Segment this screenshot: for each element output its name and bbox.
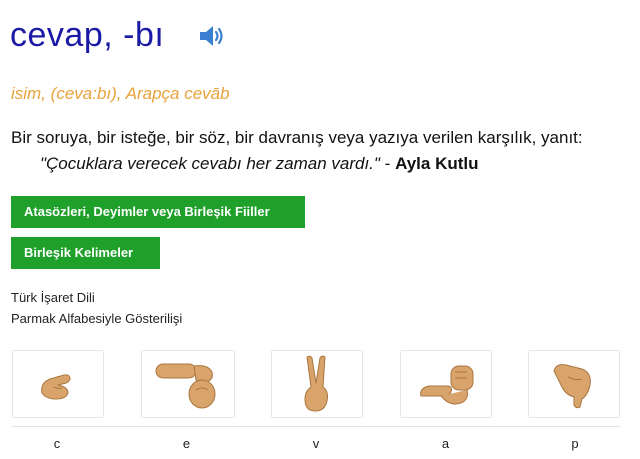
letter-label: a: [441, 436, 450, 451]
sign-language-label: Türk İşaret Dili: [11, 290, 95, 305]
hand-sign-p-card: [528, 350, 620, 418]
example-author: Ayla Kutlu: [395, 154, 479, 173]
hand-sign-v-card: [271, 350, 363, 418]
letter-label: p: [571, 436, 579, 451]
hand-sign-p-icon: [553, 364, 591, 409]
hand-sign-v-icon: [304, 355, 328, 412]
hand-sign-a-card: [399, 350, 492, 418]
hand-sign-c-icon: [41, 374, 71, 400]
hand-sign-e-card: [140, 350, 235, 418]
example-sentence: "Çocuklara verecek cevabı her zaman vard…: [40, 154, 479, 174]
finger-spelling-letters: c e v a p: [12, 436, 620, 451]
finger-spelling-row: [12, 350, 620, 418]
speaker-icon[interactable]: [198, 24, 228, 48]
example-quote: "Çocuklara verecek cevabı her zaman vard…: [40, 154, 380, 173]
compound-words-button[interactable]: Birleşik Kelimeler: [11, 237, 160, 269]
part-of-speech-origin: isim, (ceva:bı), Arapça cevāb: [11, 84, 230, 103]
hand-sign-c-card: [12, 350, 104, 418]
word-header: cevap, -bı: [10, 16, 228, 55]
letter-label: c: [53, 436, 61, 451]
finger-alphabet-label: Parmak Alfabesiyle Gösterilişi: [11, 311, 183, 326]
letter-label: e: [182, 436, 191, 451]
word-title: cevap, -bı: [10, 16, 165, 54]
hand-sign-a-icon: [419, 365, 473, 405]
definition-text: Bir soruya, bir isteğe, bir söz, bir dav…: [11, 128, 583, 147]
letter-label: v: [312, 436, 320, 451]
hand-sign-e-icon: [155, 363, 215, 409]
idioms-button[interactable]: Atasözleri, Deyimler veya Birleşik Fiill…: [11, 196, 305, 228]
example-separator: -: [379, 154, 396, 173]
divider: [12, 426, 620, 427]
